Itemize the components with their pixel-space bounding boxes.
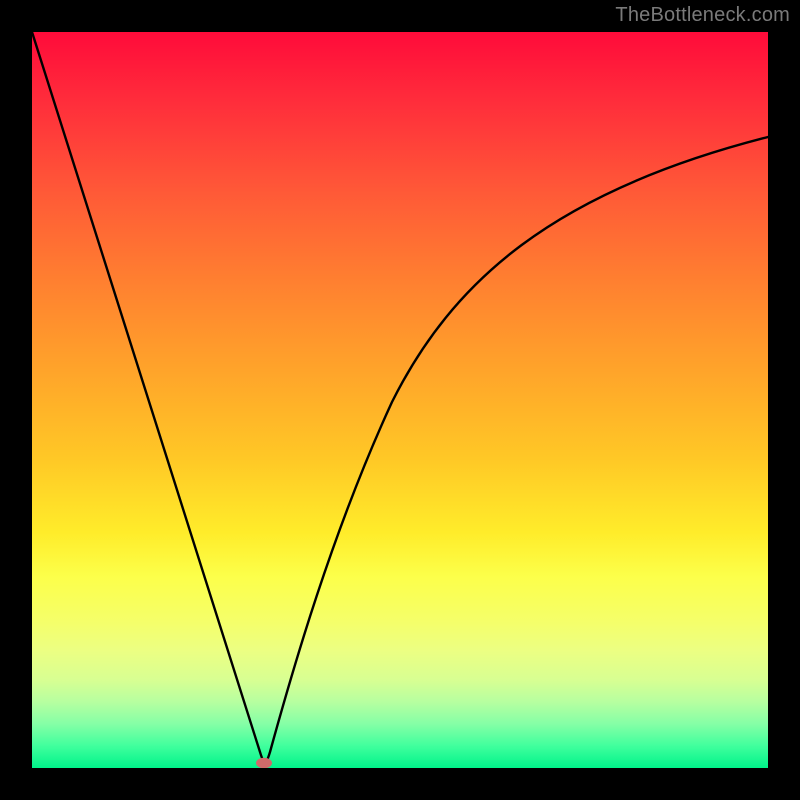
bottleneck-curve — [32, 32, 768, 763]
chart-stage: TheBottleneck.com — [0, 0, 800, 800]
watermark-label: TheBottleneck.com — [615, 4, 790, 27]
curve-layer — [32, 32, 768, 768]
plot-area — [32, 32, 768, 768]
valley-marker-icon — [256, 758, 272, 768]
